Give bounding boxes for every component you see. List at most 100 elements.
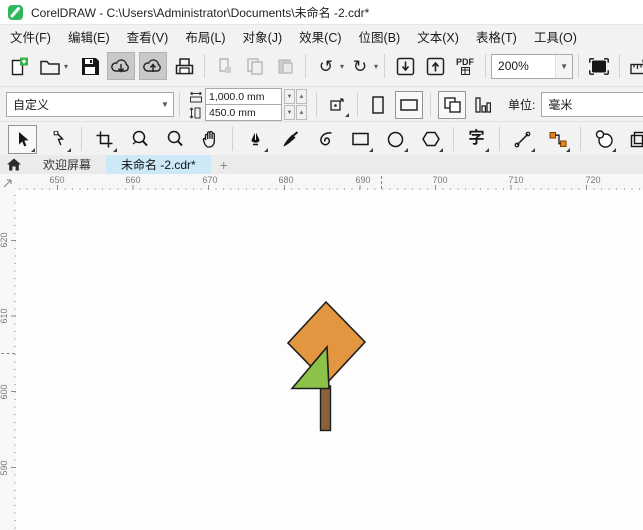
zoom-level-combobox[interactable]: 200% ▼ [491, 53, 574, 79]
pan-tool[interactable] [196, 126, 223, 153]
toolbox-separator [81, 127, 82, 151]
welcome-tab-label: 欢迎屏幕 [43, 158, 92, 172]
dimension-line-icon [514, 131, 531, 147]
toolbar-separator [305, 54, 307, 78]
menu-tools[interactable]: 工具(O) [534, 27, 577, 46]
polygon-tool[interactable] [417, 126, 444, 153]
hexagon-icon [421, 131, 440, 147]
toolbox-separator [580, 127, 581, 151]
nudge-offset-button[interactable] [324, 92, 350, 118]
smart-drawing-tool[interactable] [312, 126, 339, 153]
print-button[interactable] [171, 53, 197, 79]
show-rulers-button[interactable] [627, 53, 643, 79]
import-button[interactable] [392, 53, 418, 79]
toolbox-separator [232, 127, 233, 151]
artistic-media-tool[interactable] [277, 126, 304, 153]
shape-edit-icon [53, 130, 64, 145]
contour-icon [595, 130, 613, 148]
app-logo-icon [8, 4, 23, 20]
page-height-value: 450.0 mm [209, 106, 256, 119]
apply-all-pages-button[interactable] [438, 90, 466, 119]
menu-text[interactable]: 文本(X) [417, 27, 459, 46]
redo-dropdown-caret[interactable]: ▾ [374, 62, 378, 71]
copy-icon [246, 57, 263, 75]
publish-to-pdf-button[interactable]: PDF [452, 53, 478, 79]
connector-icon [549, 131, 566, 147]
cloud-download-icon [111, 58, 129, 73]
menu-view[interactable]: 查看(V) [127, 27, 169, 46]
tree-trunk[interactable] [319, 385, 332, 432]
menu-edit[interactable]: 编辑(E) [68, 27, 110, 46]
pen-nib-icon [251, 131, 260, 145]
vruler-label: 600 [0, 384, 9, 400]
vertical-ruler[interactable]: 620 610 600 590 [0, 190, 17, 530]
paste-icon [277, 58, 293, 74]
horizontal-ruler[interactable]: 650 660 670 680 690 700 710 720 [16, 174, 643, 191]
zoom-out-tool[interactable] [161, 126, 188, 153]
window-title: CorelDRAW - C:\Users\Administrator\Docum… [31, 5, 370, 20]
ruler-origin-icon [3, 178, 12, 187]
magnifier-icon [132, 130, 148, 147]
units-combobox[interactable]: 毫米 ▼ [541, 92, 643, 117]
cloud-upload-button[interactable] [139, 52, 168, 80]
cloud-download-button[interactable] [107, 52, 136, 80]
home-icon [7, 158, 21, 171]
ruler-origin-corner[interactable] [0, 174, 16, 191]
pick-tool[interactable] [8, 124, 37, 154]
new-tab-button[interactable]: + [211, 155, 237, 174]
landscape-icon [400, 98, 418, 111]
redo-button[interactable]: ↻ [347, 53, 373, 79]
menu-table[interactable]: 表格(T) [476, 27, 517, 46]
page-height-field[interactable]: 450.0 mm [205, 104, 282, 121]
units-label: 单位: [508, 98, 536, 112]
contour-tool[interactable] [590, 126, 617, 153]
menu-bitmaps[interactable]: 位图(B) [359, 27, 401, 46]
tab-document[interactable]: 未命名 -2.cdr* [106, 155, 211, 174]
toolbar-separator [578, 54, 580, 78]
undo-button[interactable]: ↺ [313, 53, 339, 79]
page-width-field[interactable]: 1,000.0 mm [205, 88, 282, 105]
menu-object[interactable]: 对象(J) [243, 27, 283, 46]
export-button[interactable] [422, 53, 448, 79]
toolbar-separator [619, 54, 621, 78]
new-document-button[interactable] [7, 53, 33, 79]
propbar-separator [316, 92, 317, 117]
zoom-tool[interactable] [126, 126, 153, 153]
portrait-button[interactable] [365, 92, 391, 118]
page-width-value: 1,000.0 mm [209, 90, 265, 103]
rectangle-tool[interactable] [347, 126, 374, 153]
page-size-preset-combobox[interactable]: 自定义 ▼ [6, 92, 174, 117]
undo-dropdown-caret[interactable]: ▾ [340, 62, 344, 71]
zoom-dropdown-caret[interactable]: ▼ [555, 54, 573, 78]
document-tab-bar: 欢迎屏幕 未命名 -2.cdr* + [0, 155, 643, 176]
menu-layout[interactable]: 布局(L) [185, 27, 225, 46]
home-button[interactable] [0, 155, 28, 174]
shadow-icon [630, 131, 643, 147]
drop-shadow-tool[interactable] [625, 126, 643, 153]
crop-tool[interactable] [91, 126, 118, 153]
shape-tool[interactable] [45, 126, 72, 153]
menu-effects[interactable]: 效果(C) [299, 27, 341, 46]
drawing-canvas[interactable] [16, 190, 643, 530]
connector-tool[interactable] [544, 126, 571, 153]
hruler-cursor-marker [381, 176, 382, 189]
tab-welcome-screen[interactable]: 欢迎屏幕 [28, 155, 106, 174]
ellipse-tool[interactable] [382, 126, 409, 153]
save-button[interactable] [77, 53, 103, 79]
crop-icon [96, 131, 113, 147]
text-tool[interactable]: 字 [463, 126, 490, 153]
toolbar-separator [204, 54, 206, 78]
open-button[interactable] [37, 53, 63, 79]
page-width-spinner[interactable]: ▼ ▲ [284, 89, 307, 104]
full-screen-preview-button[interactable] [586, 53, 612, 79]
menu-file[interactable]: 文件(F) [10, 27, 51, 46]
vruler-cursor-marker [1, 353, 15, 354]
preset-dropdown-caret[interactable]: ▼ [157, 93, 173, 116]
page-height-spinner[interactable]: ▼ ▲ [284, 105, 307, 120]
landscape-button[interactable] [395, 90, 423, 119]
pen-tool[interactable] [242, 126, 269, 153]
open-dropdown-caret[interactable]: ▾ [64, 62, 68, 71]
apply-current-page-button[interactable] [470, 92, 496, 118]
hruler-label: 690 [355, 175, 371, 185]
dimension-tool[interactable] [509, 126, 536, 153]
